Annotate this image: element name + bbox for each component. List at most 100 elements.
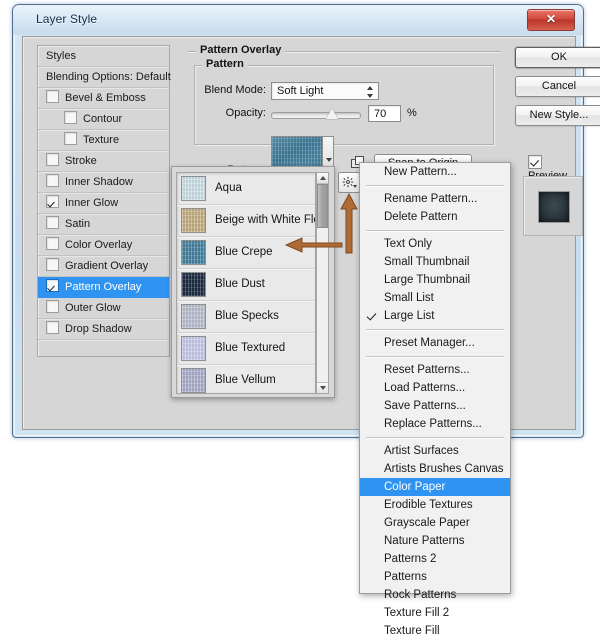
pattern-list-item[interactable]: Blue Specks: [177, 301, 315, 333]
sidebar-item-outer-glow[interactable]: Outer Glow: [38, 298, 169, 319]
scroll-down-arrow-icon[interactable]: [317, 382, 328, 393]
pattern-context-menu[interactable]: New Pattern... Rename Pattern... Delete Pa…: [359, 162, 511, 594]
menu-item-label: Load Patterns...: [384, 382, 465, 394]
checkbox-outer-glow[interactable]: [46, 300, 59, 313]
menu-item[interactable]: Erodible Textures: [360, 496, 510, 514]
menu-item[interactable]: Large List: [360, 307, 510, 325]
menu-item[interactable]: Nature Patterns: [360, 532, 510, 550]
pattern-list-item[interactable]: Blue Textured: [177, 333, 315, 365]
sidebar-item-color-overlay[interactable]: Color Overlay: [38, 235, 169, 256]
menu-item[interactable]: Reset Patterns...: [360, 361, 510, 379]
sidebar-item-texture[interactable]: Texture: [38, 130, 169, 151]
sidebar-item-inner-shadow[interactable]: Inner Shadow: [38, 172, 169, 193]
opacity-slider-thumb[interactable]: [326, 108, 339, 119]
sidebar-item-stroke[interactable]: Stroke: [38, 151, 169, 172]
new-style-button[interactable]: New Style...: [515, 105, 600, 126]
cancel-button[interactable]: Cancel: [515, 76, 600, 97]
checkbox-satin[interactable]: [46, 216, 59, 229]
menu-item[interactable]: Small List: [360, 289, 510, 307]
opacity-unit: %: [407, 107, 417, 119]
pattern-list-scrollbar[interactable]: [316, 172, 329, 394]
menu-item-label: Delete Pattern: [384, 211, 458, 223]
pattern-list-item[interactable]: Blue Crepe: [177, 237, 315, 269]
blend-mode-select[interactable]: Soft Light: [271, 82, 379, 100]
checkbox-pattern-overlay[interactable]: [46, 279, 59, 292]
sidebar-item-inner-glow[interactable]: Inner Glow: [38, 193, 169, 214]
pattern-options-gear-button[interactable]: [338, 172, 360, 193]
checkbox-inner-shadow[interactable]: [46, 174, 59, 187]
menu-item[interactable]: Rename Pattern...: [360, 190, 510, 208]
sidebar-item-label: Color Overlay: [65, 239, 132, 251]
menu-item[interactable]: Artist Surfaces: [360, 442, 510, 460]
menu-item[interactable]: Text Only: [360, 235, 510, 253]
menu-separator: [366, 437, 504, 438]
pattern-list-item[interactable]: Blue Dust: [177, 269, 315, 301]
menu-item[interactable]: Patterns: [360, 568, 510, 586]
menu-item-label: Artists Brushes Canvas: [384, 463, 504, 475]
pattern-list-item[interactable]: Blue Vellum: [177, 365, 315, 394]
checkbox-drop-shadow[interactable]: [46, 321, 59, 334]
pattern-list[interactable]: AquaBeige with White FleckBlue CrepeBlue…: [176, 172, 316, 394]
checkbox-gradient-overlay[interactable]: [46, 258, 59, 271]
pattern-name: Beige with White Fleck: [215, 205, 316, 236]
sidebar-item-bevel-emboss[interactable]: Bevel & Emboss: [38, 88, 169, 109]
sidebar-item-satin[interactable]: Satin: [38, 214, 169, 235]
pattern-list-item[interactable]: Beige with White Fleck: [177, 205, 315, 237]
menu-item[interactable]: Artists Brushes Canvas: [360, 460, 510, 478]
scroll-up-arrow-icon[interactable]: [317, 173, 328, 184]
checkbox-inner-glow[interactable]: [46, 195, 59, 208]
menu-separator: [366, 329, 504, 330]
ok-button[interactable]: OK: [515, 47, 600, 68]
menu-item-label: Reset Patterns...: [384, 364, 470, 376]
menu-item[interactable]: Large Thumbnail: [360, 271, 510, 289]
checkbox-texture[interactable]: [64, 132, 77, 145]
menu-item-label: Patterns: [384, 571, 427, 583]
menu-separator: [366, 356, 504, 357]
pattern-swatch: [181, 272, 206, 297]
menu-item[interactable]: New Pattern...: [360, 163, 510, 181]
pattern-name: Aqua: [215, 173, 242, 204]
checkbox-stroke[interactable]: [46, 153, 59, 166]
menu-item-label: Texture Fill: [384, 625, 440, 637]
sidebar-item-label: Texture: [83, 134, 119, 146]
checkbox-preview[interactable]: [528, 155, 542, 169]
sidebar-item-label: Inner Glow: [65, 197, 118, 209]
sidebar-item-pattern-overlay[interactable]: Pattern Overlay: [38, 277, 169, 298]
menu-item[interactable]: Small Thumbnail: [360, 253, 510, 271]
menu-item[interactable]: Preset Manager...: [360, 334, 510, 352]
opacity-input[interactable]: 70: [368, 105, 401, 122]
checkbox-bevel-emboss[interactable]: [46, 90, 59, 103]
menu-item[interactable]: Texture Fill: [360, 622, 510, 640]
sidebar-item-label: Contour: [83, 113, 122, 125]
pattern-name: Blue Textured: [215, 333, 285, 364]
pattern-picker-popup: AquaBeige with White FleckBlue CrepeBlue…: [171, 166, 335, 398]
menu-separator: [366, 230, 504, 231]
menu-item-label: Replace Patterns...: [384, 418, 482, 430]
pattern-swatch: [181, 304, 206, 329]
menu-item[interactable]: Delete Pattern: [360, 208, 510, 226]
opacity-slider-track[interactable]: [271, 112, 361, 119]
close-button[interactable]: ✕: [527, 9, 575, 31]
sidebar-item-drop-shadow[interactable]: Drop Shadow: [38, 319, 169, 340]
menu-item[interactable]: Replace Patterns...: [360, 415, 510, 433]
pattern-list-item[interactable]: Aqua: [177, 173, 315, 205]
pattern-swatch: [181, 176, 206, 201]
menu-item[interactable]: Color Paper: [360, 478, 510, 496]
menu-item-label: Color Paper: [384, 481, 445, 493]
menu-item[interactable]: Grayscale Paper: [360, 514, 510, 532]
menu-item-label: Rename Pattern...: [384, 193, 477, 205]
checkbox-contour[interactable]: [64, 111, 77, 124]
menu-item-label: Small List: [384, 292, 434, 304]
menu-item[interactable]: Load Patterns...: [360, 379, 510, 397]
menu-item[interactable]: Patterns 2: [360, 550, 510, 568]
checkbox-color-overlay[interactable]: [46, 237, 59, 250]
sidebar-item-contour[interactable]: Contour: [38, 109, 169, 130]
menu-item[interactable]: Rock Patterns: [360, 586, 510, 604]
menu-item-label: Save Patterns...: [384, 400, 466, 412]
sidebar-item-blending-options[interactable]: Blending Options: Default: [38, 67, 169, 88]
scrollbar-thumb[interactable]: [317, 184, 328, 228]
menu-item[interactable]: Save Patterns...: [360, 397, 510, 415]
close-icon: ✕: [528, 12, 574, 26]
menu-item[interactable]: Texture Fill 2: [360, 604, 510, 622]
sidebar-item-gradient-overlay[interactable]: Gradient Overlay: [38, 256, 169, 277]
